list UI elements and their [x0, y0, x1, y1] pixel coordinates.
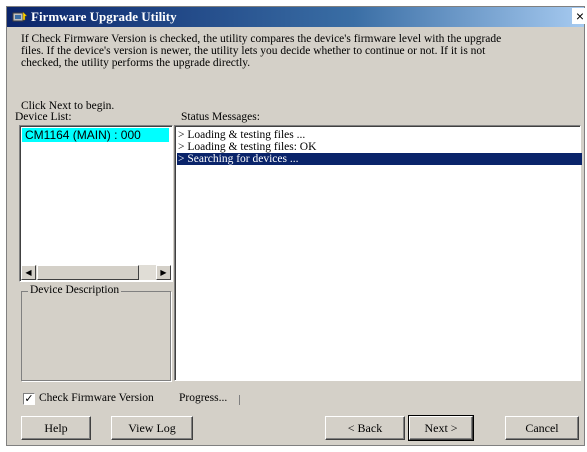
status-message-selected: > Searching for devices ... [177, 153, 582, 165]
close-icon[interactable]: × [572, 8, 587, 24]
status-messages-label: Status Messages: [181, 111, 260, 123]
progress-label: Progress... [179, 392, 228, 404]
device-description-group: Device Description [21, 284, 171, 381]
scroll-left-icon[interactable]: ◀ [21, 265, 36, 280]
firmware-upgrade-window: Firmware Upgrade Utility × If Check Firm… [6, 6, 587, 446]
instructions-line: files. If the device's version is newer,… [21, 45, 486, 57]
device-list-scrollbar[interactable]: ◀ ▶ [21, 265, 171, 280]
status-message: > Loading & testing files: OK [178, 141, 317, 153]
window-title: Firmware Upgrade Utility [31, 9, 177, 24]
instructions-line: checked, the utility performs the upgrad… [21, 57, 251, 69]
cancel-button[interactable]: Cancel [505, 416, 579, 440]
view-log-button[interactable]: View Log [111, 416, 193, 440]
device-list[interactable]: CM1164 (MAIN) : 000 [19, 125, 173, 282]
device-list-item[interactable]: CM1164 (MAIN) : 000 [22, 128, 169, 142]
instructions-text: If Check Firmware Version is checked, th… [21, 33, 561, 69]
device-list-label: Device List: [15, 111, 72, 123]
scrollbar-thumb[interactable] [37, 265, 139, 280]
next-button[interactable]: Next > [408, 415, 474, 441]
help-button[interactable]: Help [21, 416, 91, 440]
firmware-utility-icon [12, 11, 28, 22]
check-firmware-checkbox[interactable]: ✓ [23, 393, 35, 405]
check-firmware-label[interactable]: Check Firmware Version [39, 392, 154, 404]
scroll-right-icon[interactable]: ▶ [156, 265, 171, 280]
device-description-label: Device Description [28, 284, 122, 296]
back-button[interactable]: < Back [325, 416, 405, 440]
title-bar[interactable]: Firmware Upgrade Utility [7, 7, 584, 27]
status-messages-panel[interactable]: > Loading & testing files ... > Loading … [174, 125, 582, 381]
progress-bar [239, 392, 579, 406]
instructions-line: If Check Firmware Version is checked, th… [21, 33, 502, 45]
status-message: > Loading & testing files ... [178, 129, 306, 141]
